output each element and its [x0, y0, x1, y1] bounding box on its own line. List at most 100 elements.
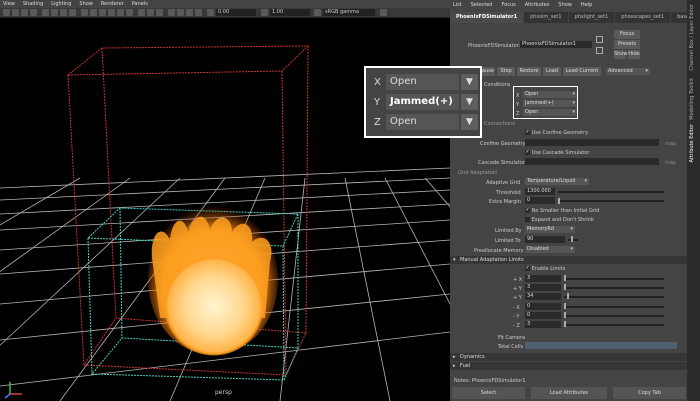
menu-renderer[interactable]: Renderer — [101, 1, 124, 7]
callout-y-dropdown[interactable]: Jammed(+) — [386, 94, 459, 110]
extra-margin-slider[interactable] — [558, 200, 664, 202]
tab-phoxscapes-set[interactable]: phoxscapes_set1 — [615, 12, 671, 23]
limited-by-dropdown[interactable]: MemoryRd — [525, 226, 575, 233]
cascade-simulator-field[interactable] — [525, 158, 659, 165]
stereo-icon[interactable] — [380, 9, 387, 16]
copy-tab-button[interactable]: Copy Tab — [613, 387, 686, 399]
extra-margin-thumb[interactable] — [558, 198, 560, 204]
smooth-shade-icon[interactable] — [90, 9, 97, 16]
film-gate-icon[interactable] — [51, 9, 58, 16]
hide-button[interactable]: Hide — [628, 50, 640, 59]
limit-field[interactable]: 3 — [525, 275, 561, 282]
adaptive-grid-dropdown[interactable]: Temperature/Liquid — [525, 178, 589, 185]
chevron-down-icon[interactable]: ▼ — [461, 94, 478, 110]
callout-z-dropdown[interactable]: Open — [386, 114, 459, 130]
limit-thumb[interactable] — [564, 303, 566, 309]
focus-button[interactable]: Focus — [614, 30, 640, 39]
tab-phxlight-set[interactable]: phxlight_set1 — [568, 12, 615, 23]
tab-phxsim-set[interactable]: phxsim_set1 — [524, 12, 568, 23]
tab-modelling-toolkit[interactable]: Modelling Toolkit — [689, 78, 695, 120]
limit-field[interactable]: 0 — [525, 303, 561, 310]
limit-slider[interactable] — [564, 324, 664, 326]
menu-selected[interactable]: Selected — [471, 2, 493, 8]
limit-thumb[interactable] — [567, 293, 569, 299]
limited-to-thumb[interactable] — [571, 236, 573, 242]
wireframe-icon[interactable] — [81, 9, 88, 16]
expand-no-shrink-checkbox[interactable]: Expand and Don't Shrink — [525, 217, 594, 223]
resolution-gate-icon[interactable] — [60, 9, 67, 16]
load-attributes-button[interactable]: Load Attributes — [531, 387, 607, 399]
restore-button[interactable]: Restore — [517, 67, 541, 76]
exposure-field[interactable]: 0.00 — [216, 9, 256, 16]
chevron-down-icon[interactable]: ▼ — [461, 74, 478, 90]
limited-to-slider[interactable] — [568, 239, 578, 241]
limit-thumb[interactable] — [564, 312, 566, 318]
limit-field[interactable]: 3 — [525, 321, 561, 328]
depth-of-field-icon[interactable] — [195, 9, 202, 16]
motion-blur-icon[interactable] — [177, 9, 184, 16]
xray-joints-icon[interactable] — [147, 9, 154, 16]
tab-attribute-editor[interactable]: Attribute Editor — [689, 124, 695, 162]
node-name-field[interactable]: PhoenixFDSimulator1 — [520, 41, 592, 48]
use-cascade-checkbox[interactable]: ✓ Use Cascade Simulator — [525, 150, 589, 156]
color-management-icon[interactable] — [314, 9, 321, 16]
shadows-icon[interactable] — [126, 9, 133, 16]
wireframe-on-shaded-icon[interactable] — [99, 9, 106, 16]
isolate-select-icon[interactable] — [156, 9, 163, 16]
select-button[interactable]: Select — [452, 387, 525, 399]
load-button[interactable]: Load — [543, 67, 561, 76]
confine-map-button[interactable]: map — [665, 141, 676, 147]
image-plane-icon[interactable] — [30, 9, 37, 16]
menu-panels[interactable]: Panels — [132, 1, 148, 7]
no-smaller-checkbox[interactable]: ✓ No Smaller than Initial Grid — [525, 208, 599, 214]
exposure-icon[interactable] — [207, 9, 214, 16]
advanced-dropdown[interactable]: Advanced — [606, 68, 650, 75]
callout-x-dropdown[interactable]: Open — [386, 74, 459, 90]
threshold-slider[interactable] — [558, 191, 664, 193]
limit-thumb[interactable] — [564, 284, 566, 290]
gamma-icon[interactable] — [261, 9, 268, 16]
menu-focus[interactable]: Focus — [501, 2, 515, 8]
limit-field[interactable]: 3 — [525, 284, 561, 291]
xray-icon[interactable] — [138, 9, 145, 16]
use-confine-checkbox[interactable]: ✓ Use Confine Geometry — [525, 130, 588, 136]
limited-to-field[interactable]: 90 — [525, 236, 565, 243]
gamma-field[interactable]: 1.00 — [270, 9, 310, 16]
cascade-map-button[interactable]: map — [665, 160, 676, 166]
threshold-field[interactable]: 1300.000 — [525, 188, 555, 195]
confine-geometry-field[interactable] — [525, 139, 659, 146]
menu-lighting[interactable]: Lighting — [51, 1, 71, 7]
grid-icon[interactable] — [42, 9, 49, 16]
enable-limits-checkbox[interactable]: ✓ Enable Limits — [525, 266, 565, 272]
limit-field[interactable]: 34 — [525, 293, 561, 300]
limit-field[interactable]: 0 — [525, 312, 561, 319]
camera-icon[interactable] — [3, 9, 10, 16]
menu-list[interactable]: List — [453, 2, 462, 8]
menu-help[interactable]: Help — [581, 2, 592, 8]
limit-thumb[interactable] — [564, 275, 566, 281]
extra-margin-field[interactable]: 0 — [525, 197, 555, 204]
tab-channel-box[interactable]: Channel Box / Layer Editor — [689, 4, 695, 71]
input-connection-icon[interactable] — [596, 36, 603, 43]
load-current-button[interactable]: Load Current — [563, 67, 601, 76]
lights-icon[interactable] — [117, 9, 124, 16]
chevron-down-icon[interactable]: ▼ — [461, 114, 478, 130]
limit-slider[interactable] — [564, 287, 664, 289]
fuel-section[interactable]: Fuel — [450, 362, 687, 370]
menu-shading[interactable]: Shading — [23, 1, 43, 7]
3d-viewport[interactable]: View Shading Lighting Show Renderer Pane… — [0, 0, 450, 401]
preallocate-memory-dropdown[interactable]: Disabled — [525, 246, 575, 253]
menu-show[interactable]: Show — [558, 2, 572, 8]
menu-show[interactable]: Show — [79, 1, 93, 7]
presets-button[interactable]: Presets — [614, 40, 640, 49]
view-transform-dropdown[interactable]: sRGB gamma — [323, 9, 375, 16]
limit-slider[interactable] — [564, 296, 664, 298]
limit-slider[interactable] — [564, 306, 664, 308]
output-connection-icon[interactable] — [596, 47, 603, 54]
tab-simulator[interactable]: PhoenixFDSimulator1 — [450, 12, 524, 23]
limit-slider[interactable] — [564, 278, 664, 280]
limit-slider[interactable] — [564, 315, 664, 317]
bookmark-icon[interactable] — [21, 9, 28, 16]
limit-thumb[interactable] — [564, 321, 566, 327]
dynamics-section[interactable]: Dynamics — [450, 353, 687, 361]
